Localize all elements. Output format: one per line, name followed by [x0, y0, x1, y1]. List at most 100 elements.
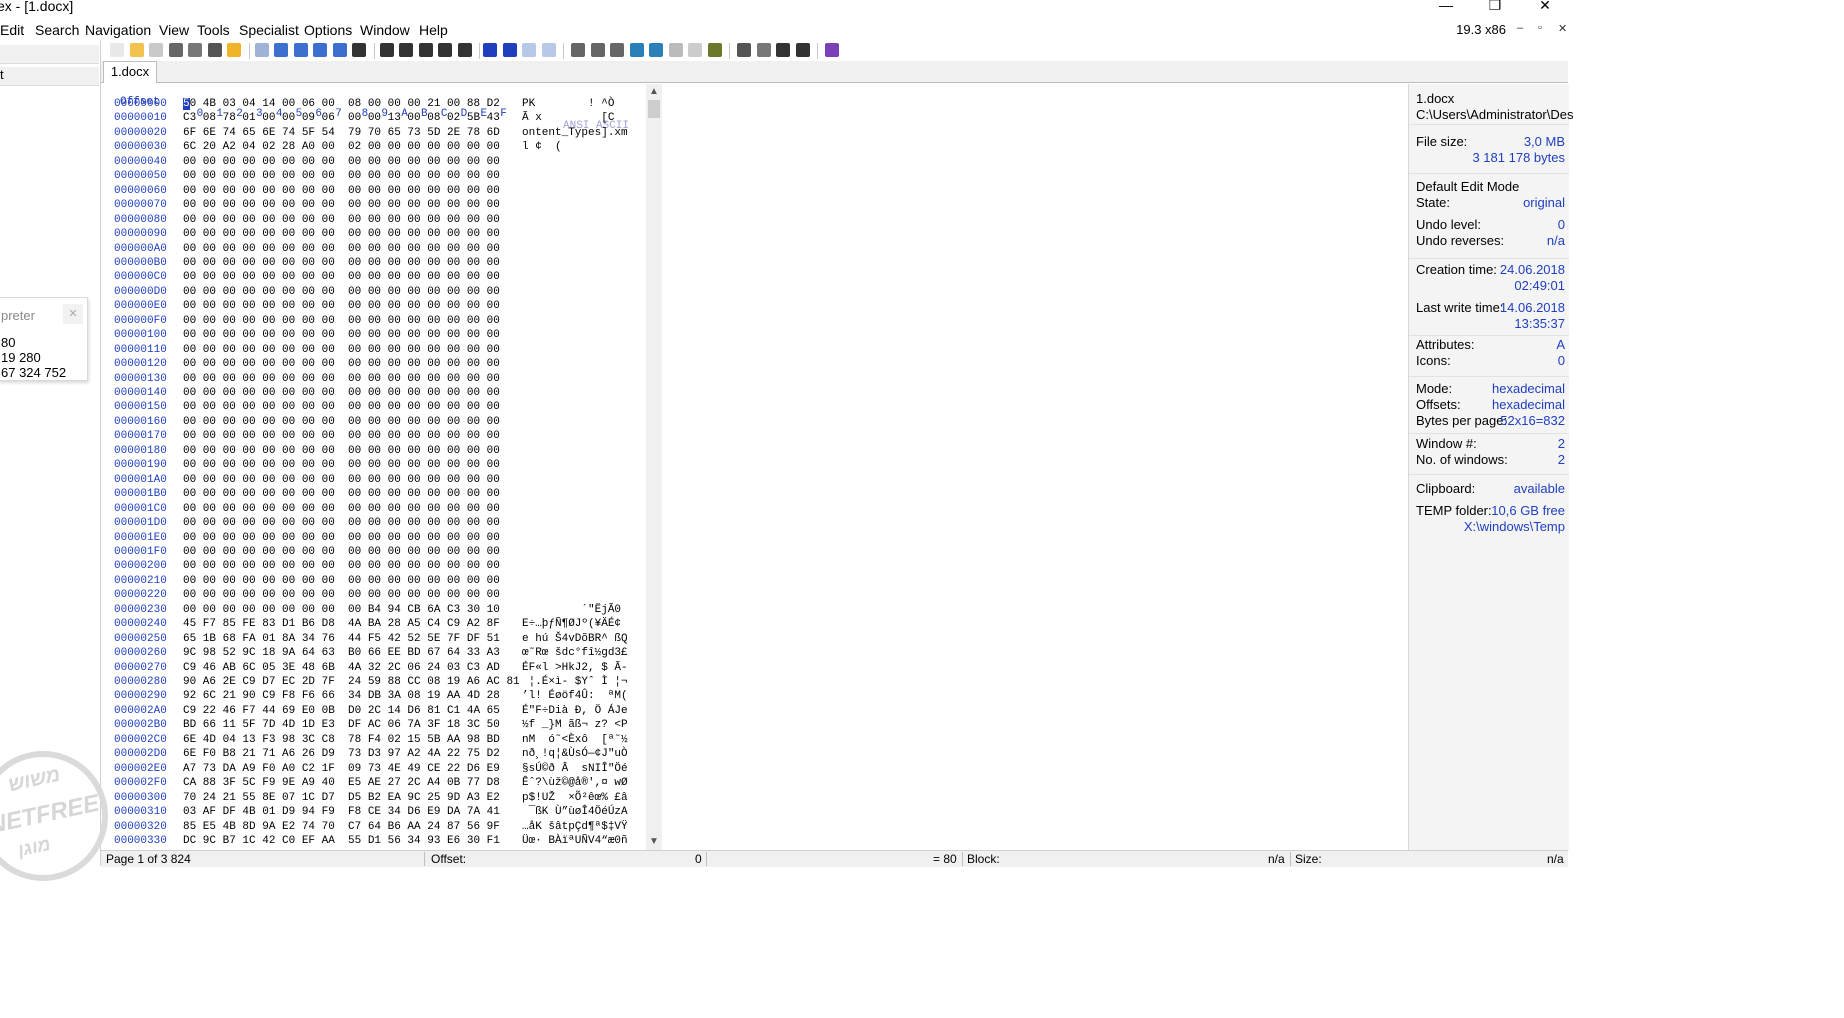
hex-row-text[interactable]: ½f _}M ãß¬ z? <P: [522, 719, 628, 731]
analyze-icon[interactable]: [668, 43, 683, 57]
next-icon[interactable]: [795, 43, 810, 57]
hex-row-bytes[interactable]: 00 00 00 00 00 00 00 00 00 00 00 00 00 0…: [183, 329, 500, 341]
hex-row-bytes[interactable]: 00 00 00 00 00 00 00 00 00 00 00 00 00 0…: [183, 503, 500, 515]
close-button[interactable]: ✕: [1525, 0, 1565, 17]
hex-row-bytes[interactable]: 00 00 00 00 00 00 00 00 00 00 00 00 00 0…: [183, 474, 500, 486]
ram-icon[interactable]: [590, 43, 605, 57]
print-icon[interactable]: [168, 43, 183, 57]
mdi-minimize-button[interactable]: –: [1517, 22, 1523, 34]
hex-row-bytes[interactable]: 85 E5 4B 8D 9A E2 74 70 C7 64 B6 AA 24 8…: [183, 821, 500, 833]
scroll-up-icon[interactable]: ▲: [649, 86, 659, 97]
scroll-thumb[interactable]: [648, 100, 660, 118]
calculator-icon[interactable]: [629, 43, 644, 57]
hex-row-bytes[interactable]: 6E 4D 04 13 F3 98 3C C8 78 F4 02 15 5B A…: [183, 734, 500, 746]
goto-offset-icon[interactable]: [483, 43, 497, 57]
goto-sector-icon[interactable]: [502, 43, 517, 57]
export-icon[interactable]: [227, 43, 241, 57]
menu-edit[interactable]: Edit: [0, 22, 24, 38]
hex-row-text[interactable]: ’l! Éøöf4Û: ªM(: [522, 690, 628, 702]
open-file-icon[interactable]: [129, 43, 144, 57]
compare-icon[interactable]: [756, 43, 771, 57]
cursor-byte[interactable]: 5: [183, 98, 190, 110]
hex-row-bytes[interactable]: 00 00 00 00 00 00 00 00 00 B4 94 CB 6A C…: [183, 604, 500, 616]
restore-button[interactable]: ❐: [1475, 0, 1515, 17]
hex-row-bytes[interactable]: 00 00 00 00 00 00 00 00 00 00 00 00 00 0…: [183, 445, 500, 457]
hex-row-bytes[interactable]: C3 08 78 01 00 00 09 06 00 00 13 00 08 0…: [183, 112, 500, 124]
hex-row-text[interactable]: ontent_Types].xm: [522, 127, 628, 139]
print-preview-icon[interactable]: [188, 43, 202, 57]
hex-row-text[interactable]: p$!UŽ ×Õ²êœ% £â: [522, 792, 628, 804]
properties-icon[interactable]: [207, 43, 222, 57]
hex-row-bytes[interactable]: 00 00 00 00 00 00 00 00 00 00 00 00 00 0…: [183, 517, 500, 529]
hex-row-bytes[interactable]: 00 00 00 00 00 00 00 00 00 00 00 00 00 0…: [183, 358, 500, 370]
hex-row-bytes[interactable]: 00 00 00 00 00 00 00 00 00 00 00 00 00 0…: [183, 430, 500, 442]
hex-row-bytes[interactable]: 00 00 00 00 00 00 00 00 00 00 00 00 00 0…: [183, 344, 500, 356]
paste-icon[interactable]: [293, 43, 308, 57]
hex-row-bytes[interactable]: 00 00 00 00 00 00 00 00 00 00 00 00 00 0…: [183, 286, 500, 298]
replace-icon[interactable]: [438, 43, 452, 57]
back-icon[interactable]: [522, 43, 536, 57]
hex-row-bytes[interactable]: 92 6C 21 90 C9 F8 F6 66 34 DB 3A 08 19 A…: [183, 690, 500, 702]
replace-hex-icon[interactable]: [457, 43, 472, 57]
find-icon[interactable]: [379, 43, 394, 57]
find-next-icon[interactable]: [399, 43, 413, 57]
menu-tools[interactable]: Tools: [197, 22, 230, 38]
binary-icon[interactable]: [352, 43, 366, 57]
hex-row-text[interactable]: É"F÷Dià Ð, Ö ÁJe: [522, 705, 628, 717]
hex-row-bytes[interactable]: 00 00 00 00 00 00 00 00 00 00 00 00 00 0…: [183, 387, 500, 399]
hex-row-bytes[interactable]: 00 00 00 00 00 00 00 00 00 00 00 00 00 0…: [183, 156, 500, 168]
hex-row-bytes[interactable]: 00 00 00 00 00 00 00 00 00 00 00 00 00 0…: [183, 243, 500, 255]
mdi-restore-button[interactable]: ▫: [1538, 22, 1542, 34]
hex-row-bytes[interactable]: 00 00 00 00 00 00 00 00 00 00 00 00 00 0…: [183, 185, 500, 197]
hex-row-bytes[interactable]: CA 88 3F 5C F9 9E A9 40 E5 AE 27 2C A4 0…: [183, 777, 500, 789]
close-icon[interactable]: ✕: [63, 304, 83, 324]
menu-search[interactable]: Search: [35, 22, 79, 38]
hex-row-text[interactable]: E÷…þƒÑ¶ØJº(¥ÄÉ¢: [522, 618, 621, 630]
hex-row-bytes[interactable]: DC 9C B7 1C 42 C0 EF AA 55 D1 56 34 93 E…: [183, 835, 500, 847]
hex-row-bytes[interactable]: 00 00 00 00 00 00 00 00 00 00 00 00 00 0…: [183, 546, 500, 558]
mdi-close-button[interactable]: ✕: [1558, 22, 1567, 35]
hex-row-bytes[interactable]: 03 AF DF 4B 01 D9 94 F9 F8 CE 34 D6 E9 D…: [183, 806, 500, 818]
cloud-icon[interactable]: [688, 43, 702, 57]
undo-icon[interactable]: [254, 43, 269, 57]
menu-view[interactable]: View: [159, 22, 189, 38]
hex-row-text[interactable]: nð¸!q¦&ÙsÓ—¢J"uÒ: [522, 748, 628, 760]
hex-row-text[interactable]: l ¢ (: [522, 141, 562, 153]
hex-row-text[interactable]: PK ! ^Ò: [522, 98, 614, 110]
scroll-down-icon[interactable]: ▼: [649, 836, 659, 847]
hex-row-bytes[interactable]: 00 00 00 00 00 00 00 00 00 00 00 00 00 0…: [183, 228, 500, 240]
hex-row-text[interactable]: Ã x [C: [522, 112, 614, 124]
hex-row-text[interactable]: §sÚ©ð Â sNIÎ"Öé: [522, 763, 628, 775]
hex-row-bytes[interactable]: 00 00 00 00 00 00 00 00 00 00 00 00 00 0…: [183, 257, 500, 269]
menu-specialist[interactable]: Specialist: [239, 22, 299, 38]
hex-row-text[interactable]: Êˆ?\ùž©@å®',¤ wØ: [522, 777, 628, 789]
tab-1-docx[interactable]: 1.docx: [103, 61, 157, 83]
hex-row-bytes[interactable]: 65 1B 68 FA 01 8A 34 76 44 F5 42 52 5E 7…: [183, 633, 500, 645]
hex-row-bytes[interactable]: C9 46 AB 6C 05 3E 48 6B 4A 32 2C 06 24 0…: [183, 662, 500, 674]
left-panel-item-2[interactable]: t: [0, 67, 99, 86]
menu-window[interactable]: Window: [360, 22, 410, 38]
hex-row-bytes[interactable]: C9 22 46 F7 44 69 E0 0B D0 2C 14 D6 81 C…: [183, 705, 500, 717]
hex-row-bytes[interactable]: 70 24 21 55 8E 07 1C D7 D5 B2 EA 9C 25 9…: [183, 792, 500, 804]
hex-row-bytes[interactable]: 00 00 00 00 00 00 00 00 00 00 00 00 00 0…: [183, 575, 500, 587]
forward-icon[interactable]: [541, 43, 556, 57]
copy-icon[interactable]: [274, 43, 288, 57]
hex-row-bytes[interactable]: 00 00 00 00 00 00 00 00 00 00 00 00 00 0…: [183, 315, 500, 327]
hex-row-bytes[interactable]: 00 00 00 00 00 00 00 00 00 00 00 00 00 0…: [183, 459, 500, 471]
hex-row-bytes[interactable]: 00 00 00 00 00 00 00 00 00 00 00 00 00 0…: [183, 300, 500, 312]
menu-navigation[interactable]: Navigation: [85, 22, 151, 38]
hex-row-text[interactable]: nM ó˜<Èxô [ª˜½: [522, 734, 628, 746]
hex-row-bytes[interactable]: 00 00 00 00 00 00 00 00 00 00 00 00 00 0…: [183, 589, 500, 601]
disk-edit-icon[interactable]: [610, 43, 624, 57]
minimize-button[interactable]: —: [1426, 0, 1466, 17]
hex-row-bytes[interactable]: 00 00 00 00 00 00 00 00 00 00 00 00 00 0…: [183, 199, 500, 211]
new-file-icon[interactable]: [110, 43, 124, 57]
menu-options[interactable]: Options: [304, 22, 352, 38]
hex-row-bytes[interactable]: 00 00 00 00 00 00 00 00 00 00 00 00 00 0…: [183, 560, 500, 572]
previous-icon[interactable]: [776, 43, 790, 57]
hex-row-bytes[interactable]: 6F 6E 74 65 6E 74 5F 54 79 70 65 73 5D 2…: [183, 127, 500, 139]
sync-scroll-icon[interactable]: [737, 43, 751, 57]
hex-row-bytes[interactable]: 00 00 00 00 00 00 00 00 00 00 00 00 00 0…: [183, 271, 500, 283]
hex-row-text[interactable]: …åK šâtpÇd¶ª$‡VŸ: [522, 821, 628, 833]
hex-row-bytes[interactable]: 00 00 00 00 00 00 00 00 00 00 00 00 00 0…: [183, 373, 500, 385]
